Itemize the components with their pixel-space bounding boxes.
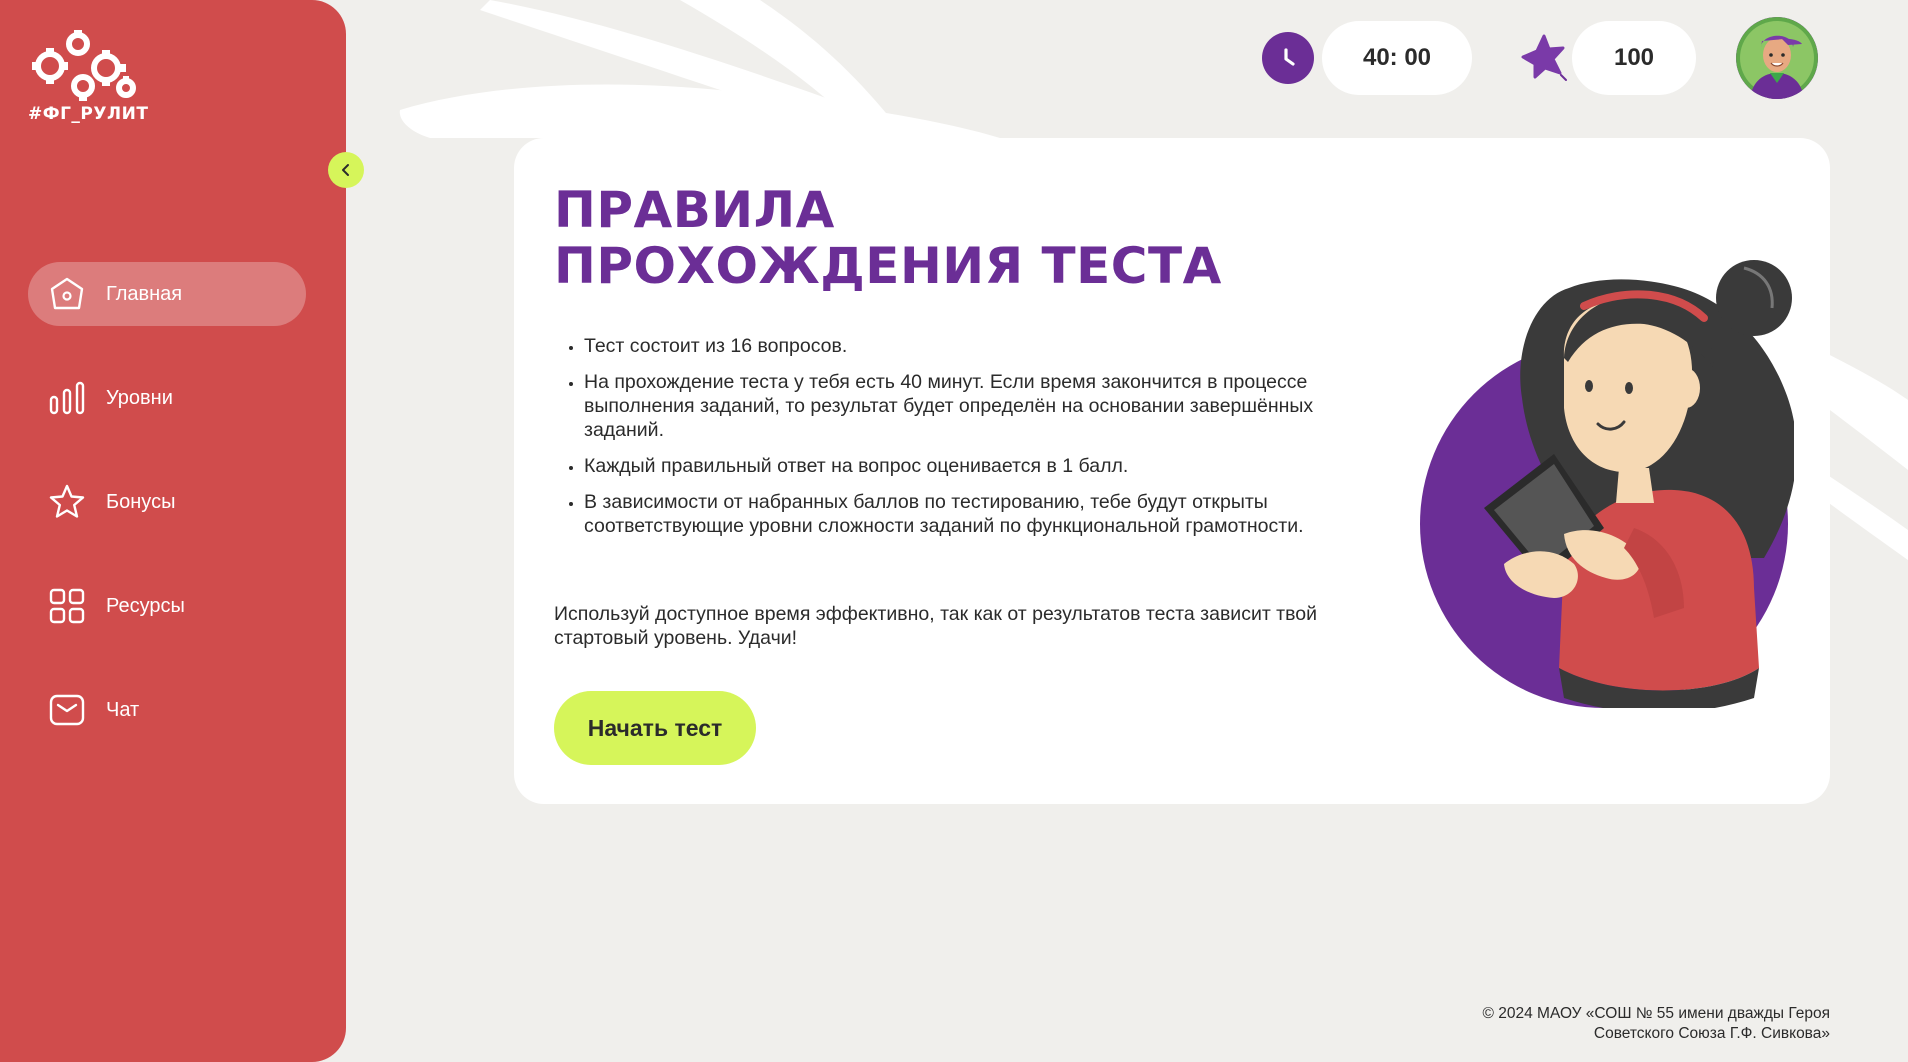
rule-item: Тест состоит из 16 вопросов. xyxy=(584,334,1354,358)
grid-icon xyxy=(48,587,86,625)
sidebar-item-resources[interactable]: Ресурсы xyxy=(28,574,306,638)
logo-text: #ФГ_РУЛИТ xyxy=(28,104,149,124)
sidebar-nav: Главная Уровни Бонусы Ресурсы Чат xyxy=(28,262,306,782)
clock-icon xyxy=(1262,32,1314,84)
star-icon xyxy=(48,483,86,521)
sidebar-item-chat[interactable]: Чат xyxy=(28,678,306,742)
gears-icon xyxy=(32,30,136,101)
user-avatar-icon xyxy=(1736,17,1818,99)
footer-line-1: © 2024 МАОУ «СОШ № 55 имени дважды Героя xyxy=(1482,1005,1830,1022)
rules-list: Тест состоит из 16 вопросов. На прохожде… xyxy=(554,334,1354,550)
outro-text: Используй доступное время эффективно, та… xyxy=(554,603,1317,649)
collapse-sidebar-button[interactable] xyxy=(328,152,364,188)
topbar: 40: 00 100 xyxy=(1262,17,1818,99)
chat-icon xyxy=(48,691,86,729)
rule-item: Каждый правильный ответ на вопрос оценив… xyxy=(584,454,1354,478)
sidebar: #ФГ_РУЛИТ Главная Уровни Бонусы Ресурсы xyxy=(0,0,346,1062)
sidebar-item-label: Бонусы xyxy=(106,490,176,513)
page-title: ПРАВИЛА ПРОХОЖДЕНИЯ ТЕСТА xyxy=(554,182,1354,294)
timer-display: 40: 00 xyxy=(1322,21,1472,95)
footer-line-2: Советского Союза Г.Ф. Сивкова» xyxy=(1593,1025,1830,1042)
sidebar-item-bonuses[interactable]: Бонусы xyxy=(28,470,306,534)
chevron-left-icon xyxy=(342,164,349,176)
rule-item: На прохождение теста у тебя есть 40 мину… xyxy=(584,370,1354,442)
sidebar-item-levels[interactable]: Уровни xyxy=(28,366,306,430)
test-rules-card: ПРАВИЛА ПРОХОЖДЕНИЯ ТЕСТА Тест состоит и… xyxy=(514,138,1830,804)
title-line-2: ПРОХОЖДЕНИЯ ТЕСТА xyxy=(554,237,1222,295)
sidebar-item-label: Главная xyxy=(106,282,183,305)
logo[interactable]: #ФГ_РУЛИТ xyxy=(28,28,178,124)
sidebar-item-label: Уровни xyxy=(106,386,173,409)
avatar[interactable] xyxy=(1736,17,1818,99)
score-display: 100 xyxy=(1572,21,1696,95)
sidebar-item-label: Чат xyxy=(106,698,140,721)
score-star-icon xyxy=(1516,30,1572,86)
girl-reading-book-illustration xyxy=(1420,260,1794,708)
start-test-button[interactable]: Начать тест xyxy=(554,691,756,765)
sidebar-item-label: Ресурсы xyxy=(106,594,185,617)
footer: © 2024 МАОУ «СОШ № 55 имени дважды Героя… xyxy=(1483,1004,1830,1044)
levels-icon xyxy=(48,379,86,417)
sidebar-item-home[interactable]: Главная xyxy=(28,262,306,326)
rule-item: В зависимости от набранных баллов по тес… xyxy=(584,490,1354,538)
home-icon xyxy=(48,275,86,313)
title-line-1: ПРАВИЛА xyxy=(554,181,835,239)
